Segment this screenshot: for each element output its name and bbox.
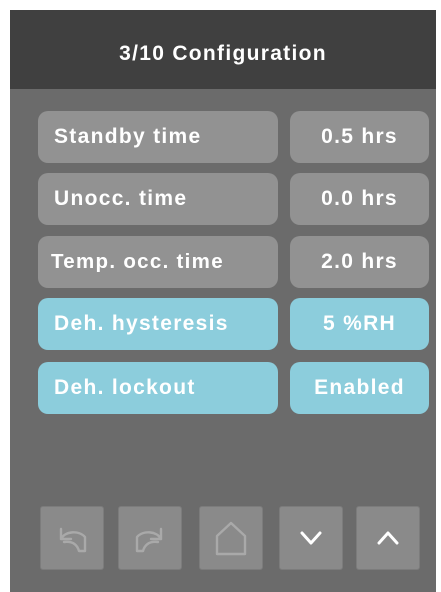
header-bar: 3/10 Configuration [10, 10, 436, 89]
setting-value-button[interactable]: 5 %RH [290, 298, 429, 350]
setting-value-button[interactable]: 2.0 hrs [290, 236, 429, 288]
setting-value-button[interactable]: 0.0 hrs [290, 173, 429, 225]
setting-label-button[interactable]: Deh. lockout [38, 362, 278, 414]
setting-label-button[interactable]: Standby time [38, 111, 278, 163]
chevron-down-icon [300, 531, 322, 545]
setting-value-button[interactable]: Enabled [290, 362, 429, 414]
undo-button[interactable] [40, 506, 104, 570]
setting-label-button[interactable]: Deh. hysteresis [38, 298, 278, 350]
redo-button[interactable] [118, 506, 182, 570]
setting-label-button[interactable]: Temp. occ. time [38, 236, 278, 288]
scroll-up-button[interactable] [356, 506, 420, 570]
setting-value-button[interactable]: 0.5 hrs [290, 111, 429, 163]
home-button[interactable] [199, 506, 263, 570]
undo-arrow-icon [59, 527, 87, 553]
page-title: 3/10 Configuration [119, 42, 327, 65]
scroll-down-button[interactable] [279, 506, 343, 570]
chevron-up-icon [377, 531, 399, 545]
redo-arrow-icon [135, 527, 163, 553]
setting-label-button[interactable]: Unocc. time [38, 173, 278, 225]
thermostat-screen: 3/10 Configuration Standby time 0.5 hrs … [10, 10, 436, 592]
home-icon [215, 521, 247, 556]
